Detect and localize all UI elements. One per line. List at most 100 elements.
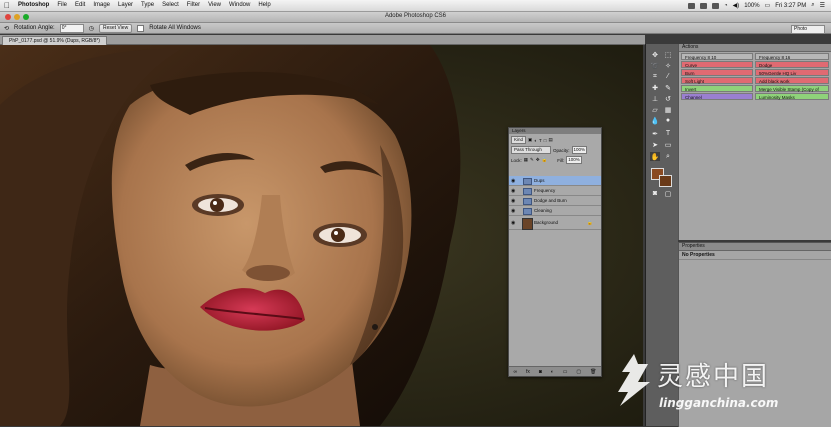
path-select-tool-icon[interactable]: ➤ (650, 140, 660, 149)
action-button[interactable]: Merge Visible Stamp (Copy of (755, 85, 829, 92)
gradient-tool-icon[interactable]: ▦ (663, 105, 673, 114)
action-button[interactable]: Soft Light (681, 77, 753, 84)
search-icon[interactable]: ⌕ (811, 2, 814, 9)
history-brush-tool-icon[interactable]: ↺ (663, 94, 673, 103)
menu-image[interactable]: Image (89, 0, 114, 11)
pen-tool-icon[interactable]: ✒ (650, 129, 660, 138)
layers-panel-title[interactable]: Layers (509, 128, 601, 134)
rotate-view-tool-icon[interactable]: ⟲ (4, 25, 9, 32)
actions-panel-title[interactable]: Actions (679, 44, 831, 52)
shape-tool-icon[interactable]: ▭ (663, 140, 673, 149)
filter-adjust-icon[interactable]: ◐ (534, 138, 537, 143)
layer-row-cleaning[interactable]: ◉ Cleaning (509, 206, 601, 216)
marquee-tool-icon[interactable]: ⬚ (663, 50, 673, 59)
menu-file[interactable]: File (53, 0, 71, 11)
lock-transparent-icon[interactable]: ▦ (524, 157, 528, 163)
workspace-select[interactable]: Photo (791, 25, 825, 34)
brush-tool-icon[interactable]: ✎ (663, 83, 673, 92)
menu-help[interactable]: Help (254, 0, 274, 11)
layer-name: Frequency (534, 188, 556, 193)
hand-tool-icon[interactable]: ✋ (650, 152, 660, 161)
fx-icon[interactable]: fx (526, 369, 530, 375)
action-button[interactable]: Add black work (755, 77, 829, 84)
apple-icon[interactable]:  (0, 1, 14, 10)
eraser-tool-icon[interactable]: ▱ (650, 105, 660, 114)
mask-icon[interactable]: ◙ (539, 369, 542, 375)
menu-layer[interactable]: Layer (114, 0, 137, 11)
eye-icon[interactable]: ◉ (511, 198, 517, 204)
adjustment-icon[interactable]: ◐ (551, 369, 554, 375)
screen-mode-icon[interactable]: ▢ (663, 189, 673, 198)
crop-tool-icon[interactable]: ⌗ (650, 72, 660, 81)
type-tool-icon[interactable]: T (663, 129, 673, 138)
quick-select-tool-icon[interactable]: ✧ (663, 61, 673, 70)
menu-app[interactable]: Photoshop (14, 0, 53, 11)
action-button[interactable]: Frequency 8 16 (755, 53, 829, 60)
action-button[interactable]: Luminosity Masks (755, 93, 829, 100)
eye-icon[interactable]: ◉ (511, 208, 517, 214)
clone-stamp-tool-icon[interactable]: ⊥ (650, 94, 660, 103)
move-tool-icon[interactable]: ✥ (650, 50, 660, 59)
rotate-all-windows-checkbox[interactable] (137, 24, 145, 32)
status-icon[interactable] (711, 2, 719, 9)
filter-kind-select[interactable]: Kind (511, 136, 527, 144)
action-button[interactable]: 50%Gentle HQ Liv (755, 69, 829, 76)
folder-icon (523, 198, 532, 205)
clock[interactable]: Fri 3:27 PM (775, 3, 806, 9)
rotation-dial-icon[interactable]: ◷ (89, 25, 94, 32)
action-button[interactable]: Curve (681, 61, 753, 68)
status-icon[interactable] (687, 2, 695, 9)
background-color-swatch[interactable] (659, 175, 672, 187)
quick-mask-icon[interactable]: ◙ (650, 189, 660, 198)
filter-type-icon[interactable]: T (539, 138, 542, 143)
eye-icon[interactable]: ◉ (511, 220, 517, 226)
layer-row-background[interactable]: ◉ Background 🔒 (509, 216, 601, 230)
blur-tool-icon[interactable]: 💧 (650, 116, 660, 125)
zoom-tool-icon[interactable]: ⌕ (663, 152, 673, 161)
action-button[interactable]: Invert (681, 85, 753, 92)
layer-row-dups[interactable]: ◉ Dups (509, 176, 601, 186)
layer-row-dodge-and-burn[interactable]: ◉ Dodge and Burn (509, 196, 601, 206)
menu-select[interactable]: Select (158, 0, 183, 11)
menu-edit[interactable]: Edit (71, 0, 89, 11)
opacity-input[interactable]: 100% (571, 146, 588, 154)
blend-mode-select[interactable]: Pass Through (511, 146, 551, 154)
trash-icon[interactable]: 🗑 (590, 369, 596, 375)
dodge-tool-icon[interactable]: ● (663, 116, 673, 125)
menu-window[interactable]: Window (225, 0, 254, 11)
action-button[interactable]: Channel (681, 93, 753, 100)
document-tab[interactable]: PhP_0177.psd @ 51.9% (Dups, RGB/8*) (2, 36, 107, 45)
filter-shape-icon[interactable]: □ (544, 138, 547, 143)
menu-type[interactable]: Type (137, 0, 158, 11)
fill-input[interactable]: 100% (566, 156, 582, 164)
lasso-tool-icon[interactable]: ➰ (650, 61, 660, 70)
properties-panel-title[interactable]: Properties (679, 243, 831, 251)
link-icon[interactable]: ∞ (513, 369, 517, 375)
status-icon[interactable] (699, 2, 707, 9)
layer-row-frequency[interactable]: ◉ Frequency (509, 186, 601, 196)
eyedropper-tool-icon[interactable]: ⁄ (663, 72, 673, 81)
reset-view-button[interactable]: Reset View (98, 23, 133, 33)
wifi-icon[interactable]: ◔ (724, 3, 728, 9)
action-button[interactable]: Frequency 8 10 (681, 53, 753, 60)
action-button[interactable]: Dodge (755, 61, 829, 68)
lock-all-icon[interactable]: 🔒 (542, 157, 548, 163)
filter-pixel-icon[interactable]: ▣ (528, 137, 532, 143)
action-button[interactable]: Burn (681, 69, 753, 76)
battery-level[interactable]: 100% (744, 3, 759, 9)
list-icon[interactable]: ☰ (820, 2, 825, 9)
new-layer-icon[interactable]: ▢ (576, 369, 581, 375)
menu-view[interactable]: View (204, 0, 225, 11)
folder-icon (523, 188, 532, 195)
rotation-angle-input[interactable]: 0° (59, 23, 84, 33)
menu-filter[interactable]: Filter (183, 0, 204, 11)
layers-panel[interactable]: Layers Kind ▣ ◐ T □ ▤ Pass Through Opaci… (508, 127, 602, 377)
lock-paint-icon[interactable]: ✎ (530, 157, 534, 163)
eye-icon[interactable]: ◉ (511, 178, 517, 184)
lock-move-icon[interactable]: ✥ (536, 157, 540, 163)
volume-icon[interactable]: ◀) (733, 2, 740, 9)
new-group-icon[interactable]: ▭ (563, 369, 568, 375)
healing-brush-tool-icon[interactable]: ✚ (650, 83, 660, 92)
filter-smart-icon[interactable]: ▤ (548, 137, 552, 143)
eye-icon[interactable]: ◉ (511, 188, 517, 194)
